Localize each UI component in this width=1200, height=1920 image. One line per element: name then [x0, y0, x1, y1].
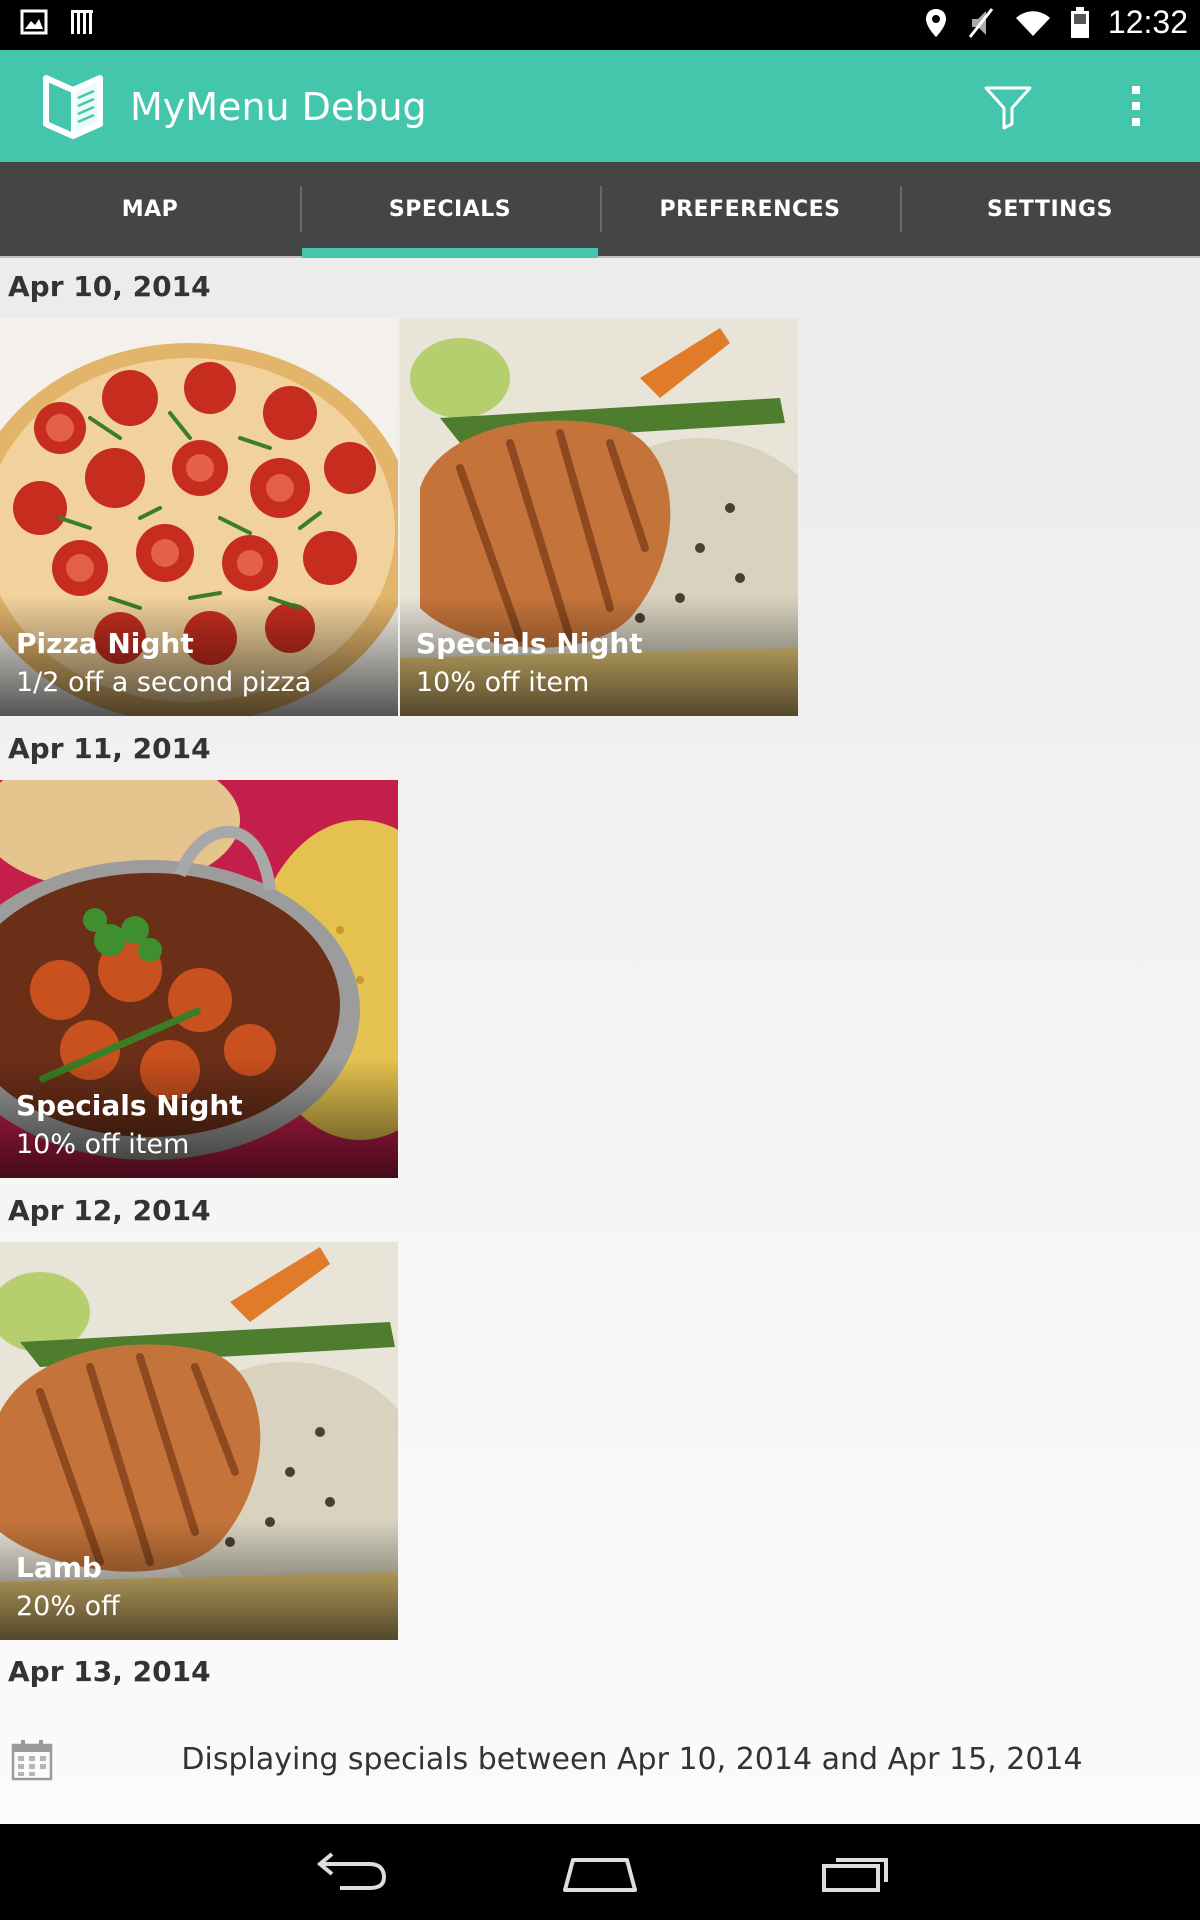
card-subtitle: 1/2 off a second pizza: [16, 667, 312, 698]
special-card-lamb[interactable]: Lamb 20% off: [0, 1242, 398, 1640]
tab-specials[interactable]: SPECIALS: [300, 162, 600, 258]
app-title: MyMenu Debug: [130, 85, 427, 129]
card-subtitle: 20% off: [16, 1591, 120, 1622]
back-icon[interactable]: [300, 1842, 390, 1902]
special-card-specials-night[interactable]: Specials Night 10% off item: [0, 780, 398, 1178]
location-icon: [925, 8, 946, 37]
recent-apps-icon[interactable]: [810, 1842, 900, 1902]
action-bar: MyMenu Debug: [0, 50, 1200, 162]
special-card-pizza-night[interactable]: Pizza Night 1/2 off a second pizza: [0, 318, 398, 716]
status-bar: 12:32: [0, 0, 1200, 50]
tab-label: SPECIALS: [388, 196, 512, 222]
date-header: Apr 13, 2014: [8, 1655, 211, 1688]
tab-label: PREFERENCES: [659, 196, 841, 222]
overflow-dot: [1132, 102, 1140, 110]
home-icon[interactable]: [555, 1842, 645, 1902]
card-title: Pizza Night: [16, 627, 194, 660]
date-header: Apr 10, 2014: [8, 270, 211, 303]
app-logo-icon: [43, 75, 103, 139]
wifi-icon: [1015, 10, 1050, 36]
mute-icon: [968, 7, 994, 38]
barcode-icon: [71, 10, 93, 34]
date-header: Apr 11, 2014: [8, 732, 211, 765]
card-subtitle: 10% off item: [416, 667, 590, 698]
tab-label: SETTINGS: [987, 196, 1113, 222]
overflow-dot: [1132, 118, 1140, 126]
tab-bar: MAP SPECIALS PREFERENCES SETTINGS: [0, 162, 1200, 258]
tab-preferences[interactable]: PREFERENCES: [600, 162, 900, 256]
card-subtitle: 10% off item: [16, 1129, 190, 1160]
navigation-bar: [0, 1824, 1200, 1920]
overflow-dot: [1132, 86, 1140, 94]
image-icon: [20, 9, 48, 35]
special-card-specials-night[interactable]: Specials Night 10% off item: [400, 318, 798, 716]
battery-icon: [1070, 6, 1089, 38]
overflow-menu-icon[interactable]: [1120, 78, 1152, 134]
tab-map[interactable]: MAP: [0, 162, 300, 256]
card-title: Specials Night: [416, 627, 643, 660]
card-title: Specials Night: [16, 1089, 243, 1122]
card-title: Lamb: [16, 1551, 102, 1584]
date-header: Apr 12, 2014: [8, 1194, 211, 1227]
tab-label: MAP: [121, 196, 179, 222]
status-time: 12:32: [1107, 4, 1188, 40]
filter-icon[interactable]: [980, 78, 1036, 134]
tab-settings[interactable]: SETTINGS: [900, 162, 1200, 256]
date-range-text: Displaying specials between Apr 10, 2014…: [181, 1742, 1083, 1777]
